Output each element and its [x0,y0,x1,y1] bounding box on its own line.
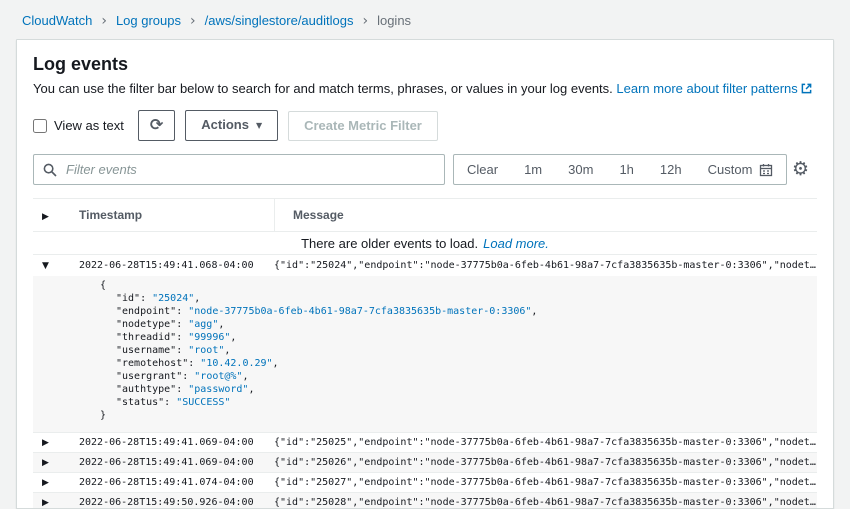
breadcrumb-link-log-group[interactable]: /aws/singlestore/auditlogs [205,13,354,28]
table-header: ▶ Timestamp Message [33,199,817,232]
log-timestamp: 2022-06-28T15:49:41.069-04:00 [79,457,274,468]
json-close-brace: } [100,409,809,422]
log-row[interactable]: ▶ 2022-06-28T15:49:41.074-04:00 {"id":"2… [33,473,817,493]
breadcrumb-chevron-icon: › [190,14,196,28]
json-field-username: "username": "root", [100,344,809,357]
range-custom-label: Custom [708,162,753,177]
learn-more-link[interactable]: Learn more about filter patterns [616,81,797,96]
view-as-text-control: View as text [33,118,124,133]
caret-right-icon: ▶ [42,212,49,222]
breadcrumb-link-log-groups[interactable]: Log groups [116,13,181,28]
log-timestamp: 2022-06-28T15:49:41.068-04:00 [79,260,274,271]
caret-right-icon[interactable]: ▶ [42,458,49,468]
breadcrumb-chevron-icon: › [101,14,107,28]
settings-button[interactable]: ⚙ [790,158,811,181]
page-title: Log events [33,54,817,75]
refresh-icon: ⟳ [150,115,163,134]
column-header-timestamp: Timestamp [79,208,274,222]
older-events-row: There are older events to load. Load mor… [33,232,817,255]
range-custom-button[interactable]: Custom [695,155,787,184]
range-1h-button[interactable]: 1h [606,155,646,184]
view-as-text-label: View as text [54,118,124,133]
view-as-text-checkbox[interactable] [33,119,47,133]
json-field-remotehost: "remotehost": "10.42.0.29", [100,357,809,370]
search-icon [43,163,57,177]
time-range-group: Clear 1m 30m 1h 12h Custom [453,154,787,185]
description-text: You can use the filter bar below to sear… [33,81,613,96]
load-more-link[interactable]: Load more. [483,236,549,251]
page-description: You can use the filter bar below to sear… [33,81,817,96]
json-field-endpoint: "endpoint": "node-37775b0a-6feb-4b61-98a… [100,305,809,318]
breadcrumb-chevron-icon: › [362,14,368,28]
expanded-log-event: ▼ 2022-06-28T15:49:41.068-04:00 {"id":"2… [33,255,817,433]
json-open-brace: { [100,279,809,292]
log-events-table: ▶ Timestamp Message There are older even… [33,198,817,509]
log-timestamp: 2022-06-28T15:49:50.926-04:00 [79,497,274,508]
json-field-usergrant: "usergrant": "root@%", [100,370,809,383]
log-row[interactable]: ▶ 2022-06-28T15:49:50.926-04:00 {"id":"2… [33,493,817,509]
range-30m-button[interactable]: 30m [555,155,606,184]
breadcrumb-link-cloudwatch[interactable]: CloudWatch [22,13,92,28]
json-field-id: "id": "25024", [100,292,809,305]
caret-right-icon[interactable]: ▶ [42,438,49,448]
filter-events-input[interactable] [64,161,435,178]
log-message: {"id":"25028","endpoint":"node-37775b0a-… [274,497,817,508]
log-message: {"id":"25026","endpoint":"node-37775b0a-… [274,457,817,468]
range-clear-button[interactable]: Clear [454,155,511,184]
range-12h-button[interactable]: 12h [647,155,695,184]
refresh-button[interactable]: ⟳ [138,110,175,141]
json-field-status: "status": "SUCCESS" [100,396,809,409]
caret-right-icon[interactable]: ▶ [42,498,49,508]
actions-label: Actions [201,117,249,132]
log-row[interactable]: ▶ 2022-06-28T15:49:41.069-04:00 {"id":"2… [33,433,817,453]
log-row[interactable]: ▶ 2022-06-28T15:49:41.069-04:00 {"id":"2… [33,453,817,473]
breadcrumb: CloudWatch › Log groups › /aws/singlesto… [0,0,850,39]
filter-bar: Clear 1m 30m 1h 12h Custom ⚙ [33,154,817,185]
external-link-icon [801,83,812,94]
json-field-threadid: "threadid": "99996", [100,331,809,344]
gear-icon: ⚙ [792,158,809,180]
toolbar: View as text ⟳ Actions ▼ Create Metric Fi… [33,110,817,141]
log-row-expanded[interactable]: ▼ 2022-06-28T15:49:41.068-04:00 {"id":"2… [33,255,817,276]
log-timestamp: 2022-06-28T15:49:41.069-04:00 [79,437,274,448]
caret-right-icon[interactable]: ▶ [42,478,49,488]
column-header-message: Message [274,199,817,231]
filter-events-searchbox [33,154,445,185]
log-events-panel: Log events You can use the filter bar be… [16,39,834,509]
caret-down-icon: ▼ [256,121,262,130]
json-field-authtype: "authtype": "password", [100,383,809,396]
log-message: {"id":"25025","endpoint":"node-37775b0a-… [274,437,817,448]
breadcrumb-current-stream: logins [377,13,411,28]
log-message: {"id":"25024","endpoint":"node-37775b0a-… [274,260,817,271]
range-1m-button[interactable]: 1m [511,155,555,184]
json-field-nodetype: "nodetype": "agg", [100,318,809,331]
log-timestamp: 2022-06-28T15:49:41.074-04:00 [79,477,274,488]
older-events-text: There are older events to load. [301,236,478,251]
caret-down-icon[interactable]: ▼ [42,261,49,271]
log-message: {"id":"25027","endpoint":"node-37775b0a-… [274,477,817,488]
calendar-icon [759,163,773,177]
expanded-json-detail: { "id": "25024", "endpoint": "node-37775… [33,276,817,432]
create-metric-filter-button[interactable]: Create Metric Filter [288,111,438,141]
actions-button[interactable]: Actions ▼ [185,110,278,141]
